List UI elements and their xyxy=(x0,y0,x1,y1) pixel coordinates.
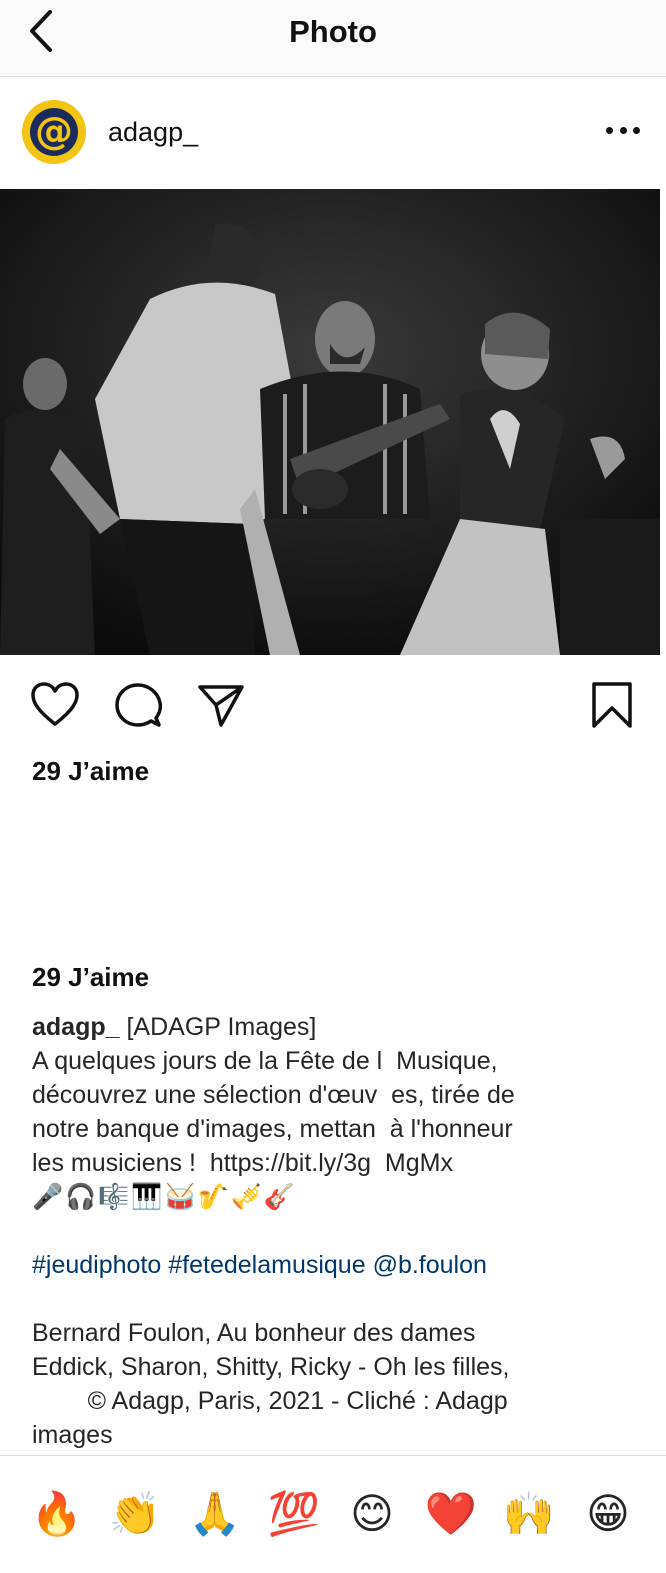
dot-icon xyxy=(633,127,640,134)
reaction-pray-button[interactable]: 🙏 xyxy=(187,1486,243,1542)
caption-title: [ADAGP Images] xyxy=(119,1013,317,1041)
post-header: @ adagp_ xyxy=(0,77,666,189)
heart-icon xyxy=(31,682,79,726)
caption-line: notre banque d'images, mettan à l'honneu… xyxy=(32,1115,513,1143)
hashtag-link[interactable]: #jeudiphoto xyxy=(32,1251,161,1279)
avatar[interactable]: @ xyxy=(22,100,86,164)
like-button[interactable] xyxy=(29,680,81,732)
credit-line: Eddick, Sharon, Shitty, Ricky - Oh les f… xyxy=(32,1353,510,1381)
save-button[interactable] xyxy=(586,680,638,732)
reaction-grin-button[interactable]: 😁 xyxy=(580,1486,636,1542)
reaction-smile-button[interactable]: 😊 xyxy=(344,1486,400,1542)
caption-line: les musiciens ! https://bit.ly/3g MgMx xyxy=(32,1149,453,1177)
caption-username[interactable]: adagp_ xyxy=(32,1013,120,1041)
post-actions xyxy=(0,680,666,734)
comment-button[interactable] xyxy=(112,680,164,732)
more-options-button[interactable] xyxy=(606,127,640,137)
share-button[interactable] xyxy=(195,680,247,732)
top-bar: Photo xyxy=(0,0,666,77)
reaction-heart-button[interactable]: ❤️ xyxy=(423,1486,479,1542)
caption-emojis: 🎤🎧🎼🎹🥁🎷🎺🎸 xyxy=(32,1183,298,1211)
reaction-clap-button[interactable]: 👏 xyxy=(107,1486,163,1542)
post-username[interactable]: adagp_ xyxy=(108,117,198,148)
credit-line: © Adagp, Paris, 2021 - Cliché : Adagp xyxy=(32,1387,508,1415)
hashtag-link[interactable]: #fetedelamusique xyxy=(168,1251,365,1279)
reaction-raised-hands-button[interactable]: 🙌 xyxy=(501,1486,557,1542)
reaction-fire-button[interactable]: 🔥 xyxy=(29,1486,85,1542)
caption-hashtags: #jeudiphoto #fetedelamusique @b.foulon xyxy=(32,1248,632,1282)
caption-line: découvrez une sélection d'œuv es, tirée … xyxy=(32,1081,515,1109)
credit-line: images xyxy=(32,1421,113,1449)
mention-link[interactable]: @b.foulon xyxy=(373,1251,487,1279)
concert-photo xyxy=(0,189,660,655)
quick-reactions-bar: 🔥 👏 🙏 💯 😊 ❤️ 🙌 😁 xyxy=(0,1455,666,1573)
dot-icon xyxy=(619,127,627,134)
page-title: Photo xyxy=(289,14,377,49)
likes-count[interactable]: 29 J’aime xyxy=(32,756,149,787)
avatar-logo: @ xyxy=(30,108,78,156)
credit-line: Bernard Foulon, Au bonheur des dames xyxy=(32,1319,476,1347)
send-icon xyxy=(198,685,244,727)
caption-line: A quelques jours de la Fête de l Musique… xyxy=(32,1047,498,1075)
reaction-hundred-button[interactable]: 💯 xyxy=(266,1486,322,1542)
bookmark-icon xyxy=(592,682,632,728)
likes-count[interactable]: 29 J’aime xyxy=(32,962,149,993)
post-photo[interactable] xyxy=(0,189,660,655)
comment-icon xyxy=(115,683,163,727)
post-caption: adagp_ [ADAGP Images] A quelques jours d… xyxy=(32,1010,632,1452)
dot-icon xyxy=(606,127,613,134)
